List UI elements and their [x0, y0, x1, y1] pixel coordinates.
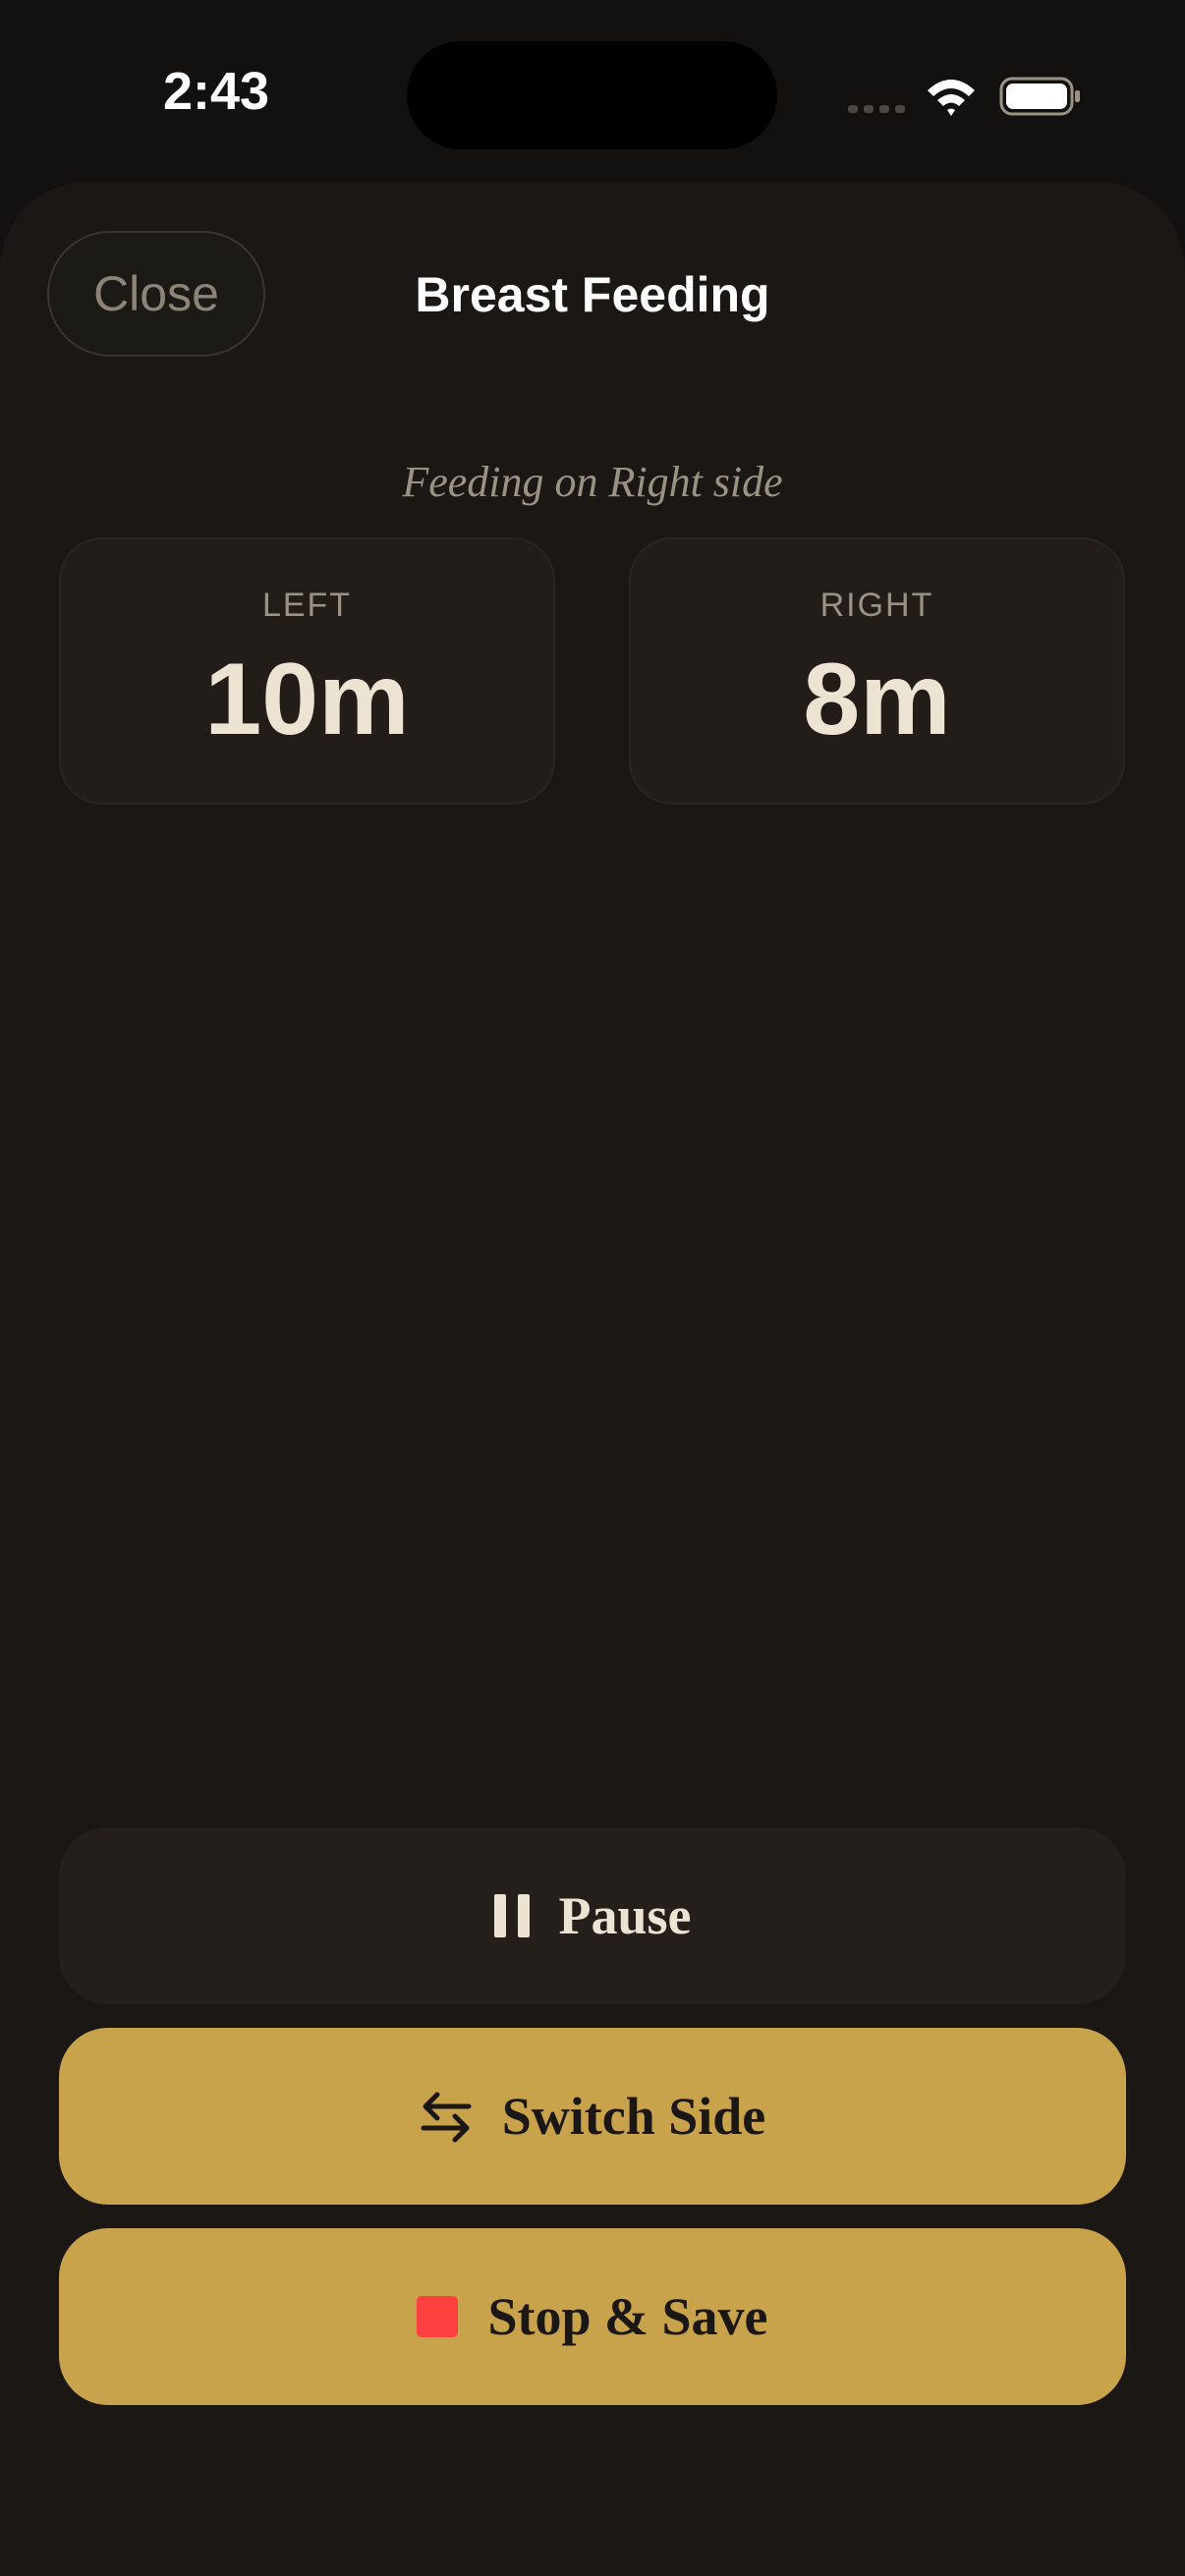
wifi-icon: [928, 80, 975, 116]
pause-button[interactable]: Pause: [59, 1827, 1126, 2004]
right-side-duration: 8m: [803, 643, 951, 756]
signal-dots-icon: [848, 105, 905, 113]
status-bar: 2:43: [0, 0, 1185, 182]
pause-icon: [493, 1894, 530, 1937]
feeding-status-text: Feeding on Right side: [402, 458, 783, 506]
dynamic-island: [407, 41, 777, 149]
right-side-card: RIGHT 8m: [629, 537, 1125, 805]
left-side-card: LEFT 10m: [59, 537, 555, 805]
stop-square-icon: [417, 2296, 459, 2337]
switch-side-button[interactable]: Switch Side: [59, 2028, 1126, 2205]
page-title: Breast Feeding: [415, 267, 770, 322]
pause-label: Pause: [558, 1886, 692, 1945]
right-side-label: RIGHT: [819, 587, 934, 624]
stop-save-button[interactable]: Stop & Save: [59, 2228, 1126, 2405]
stop-save-label: Stop & Save: [487, 2287, 768, 2346]
switch-arrows-icon: [421, 2092, 472, 2143]
status-time: 2:43: [163, 62, 270, 121]
left-side-duration: 10m: [204, 643, 410, 756]
left-side-label: LEFT: [261, 587, 353, 624]
battery-icon: [999, 77, 1080, 116]
feeding-sheet: Close Breast Feeding Feeding on Right si…: [0, 182, 1185, 2576]
screen: 2:43 Close Breast Feeding Feeding on Rig…: [0, 0, 1185, 2576]
switch-side-label: Switch Side: [501, 2087, 766, 2146]
